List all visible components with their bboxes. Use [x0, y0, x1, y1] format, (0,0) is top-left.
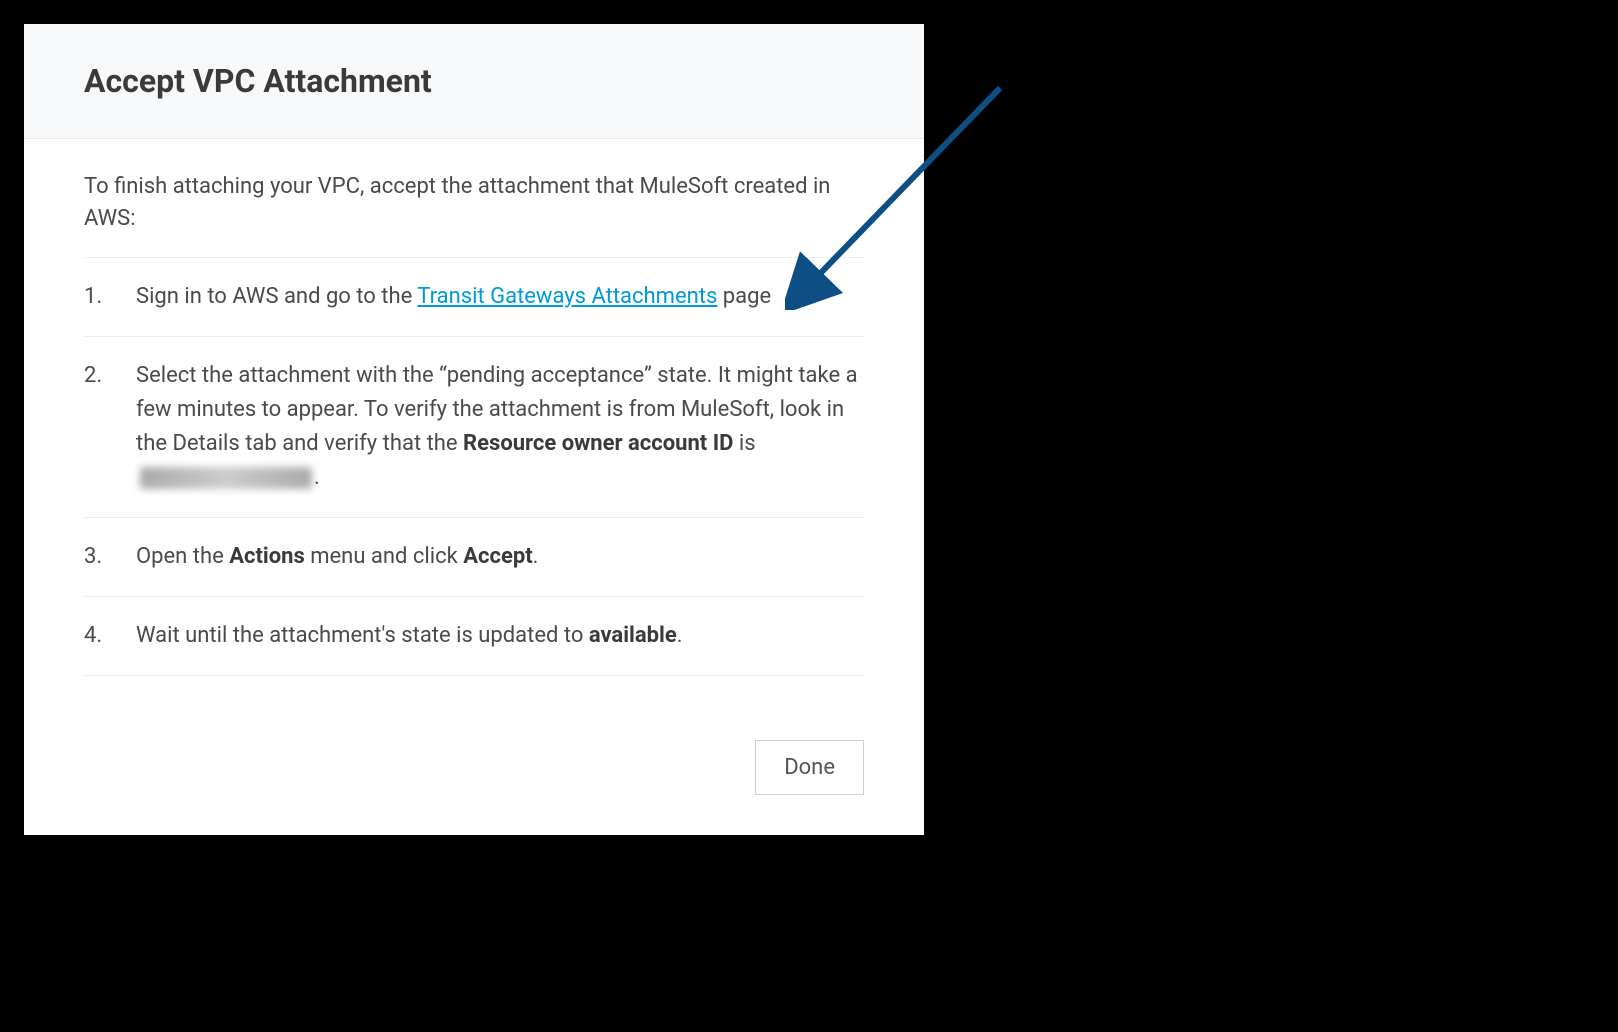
step-text: Sign in to AWS and go to the Transit Gat… [136, 280, 864, 314]
step-number: 2. [84, 359, 136, 393]
accept-vpc-attachment-dialog: Accept VPC Attachment To finish attachin… [24, 24, 924, 835]
step-3: 3. Open the Actions menu and click Accep… [84, 518, 864, 597]
dialog-header: Accept VPC Attachment [24, 24, 924, 139]
dialog-footer: Done [24, 700, 924, 835]
step-text: Open the Actions menu and click Accept. [136, 540, 864, 574]
step-number: 4. [84, 619, 136, 653]
step-3-p1: Open the [136, 544, 229, 569]
transit-gateways-attachments-link[interactable]: Transit Gateways Attachments [417, 284, 717, 309]
steps-list: 1. Sign in to AWS and go to the Transit … [84, 258, 864, 677]
step-4-p2: . [677, 623, 683, 648]
step-4: 4. Wait until the attachment's state is … [84, 597, 864, 676]
step-number: 1. [84, 280, 136, 314]
actions-bold: Actions [229, 544, 305, 569]
step-2: 2. Select the attachment with the “pendi… [84, 337, 864, 518]
done-button[interactable]: Done [755, 740, 864, 795]
resource-owner-account-id-label: Resource owner account ID [463, 431, 733, 456]
step-1-prefix: Sign in to AWS and go to the [136, 284, 417, 309]
step-3-p2: menu and click [305, 544, 463, 569]
available-bold: available [589, 623, 677, 648]
step-number: 3. [84, 540, 136, 574]
step-4-p1: Wait until the attachment's state is upd… [136, 623, 589, 648]
step-2-p3: . [314, 465, 320, 490]
account-id-blurred [140, 467, 312, 489]
step-text: Select the attachment with the “pending … [136, 359, 864, 495]
accept-bold: Accept [463, 544, 532, 569]
step-text: Wait until the attachment's state is upd… [136, 619, 864, 653]
dialog-title: Accept VPC Attachment [84, 62, 864, 100]
step-1: 1. Sign in to AWS and go to the Transit … [84, 258, 864, 337]
dialog-body: To finish attaching your VPC, accept the… [24, 139, 924, 700]
step-3-p3: . [533, 544, 539, 569]
step-2-p2: is [733, 431, 755, 456]
step-1-suffix: page [717, 284, 771, 309]
intro-text: To finish attaching your VPC, accept the… [84, 171, 864, 258]
